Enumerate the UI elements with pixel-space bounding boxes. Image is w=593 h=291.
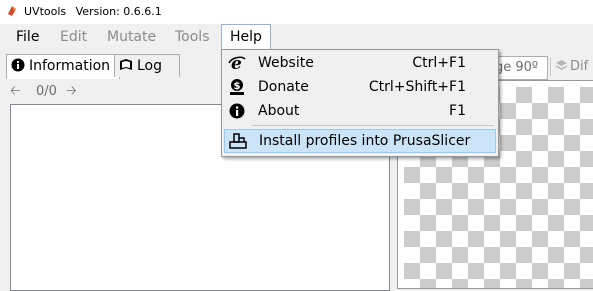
help-menu-website-shortcut: Ctrl+F1	[412, 55, 466, 71]
book-icon	[120, 59, 132, 70]
help-menu-install-profiles[interactable]: Install profiles into PrusaSlicer	[224, 129, 496, 153]
tab-log-label: Log	[137, 58, 163, 74]
help-menu-donate-shortcut: Ctrl+Shift+F1	[368, 79, 466, 95]
tab-log[interactable]: Log	[114, 54, 180, 77]
layers-icon	[555, 60, 568, 70]
title-bar: UVtools Version: 0.6.6.1	[0, 0, 593, 24]
help-menu-install-profiles-label: Install profiles into PrusaSlicer	[259, 133, 471, 149]
app-version: Version: 0.6.6.1	[75, 5, 162, 18]
help-menu-dropdown: e Website Ctrl+F1 $ Donate Ctrl+Shift+F1…	[221, 49, 499, 157]
install-profiles-icon	[229, 133, 247, 149]
help-menu-about-shortcut: F1	[449, 103, 466, 119]
tab-information[interactable]: Information	[6, 54, 120, 79]
page-counter: 0/0	[36, 84, 57, 99]
toolbar-separator	[550, 58, 551, 76]
internet-explorer-icon: e	[228, 54, 246, 72]
help-menu-donate-label: Donate	[258, 79, 309, 95]
help-menu-separator	[252, 125, 494, 126]
help-menu-about[interactable]: About F1	[224, 100, 494, 122]
arrow-right-icon[interactable]: 🡢	[66, 82, 77, 102]
menu-edit[interactable]: Edit	[52, 24, 95, 50]
menu-bar: File Edit Mutate Tools Help	[0, 24, 593, 50]
tab-information-label: Information	[29, 58, 111, 74]
rotate-image-label: ge 90º	[495, 60, 539, 75]
menu-mutate[interactable]: Mutate	[99, 24, 164, 50]
menu-help[interactable]: Help	[221, 24, 271, 50]
menu-tools[interactable]: Tools	[167, 24, 218, 50]
info-icon	[229, 103, 245, 119]
app-name: UVtools	[24, 5, 67, 18]
uvtools-app-icon	[8, 6, 16, 16]
menu-file[interactable]: File	[8, 24, 47, 50]
layer-difference-button[interactable]: Dif	[555, 56, 593, 78]
help-menu-website-label: Website	[258, 55, 314, 71]
arrow-left-icon[interactable]: 🡠	[10, 82, 21, 102]
info-icon	[11, 58, 25, 72]
help-menu-website[interactable]: e Website Ctrl+F1	[224, 52, 494, 74]
help-menu-donate[interactable]: $ Donate Ctrl+Shift+F1	[224, 76, 494, 98]
layer-toolbar: ge 90º Dif	[490, 56, 593, 80]
help-menu-about-label: About	[258, 103, 300, 119]
donate-icon: $	[230, 79, 244, 95]
svg-text:$: $	[234, 81, 241, 92]
layer-difference-label: Dif	[570, 59, 589, 74]
